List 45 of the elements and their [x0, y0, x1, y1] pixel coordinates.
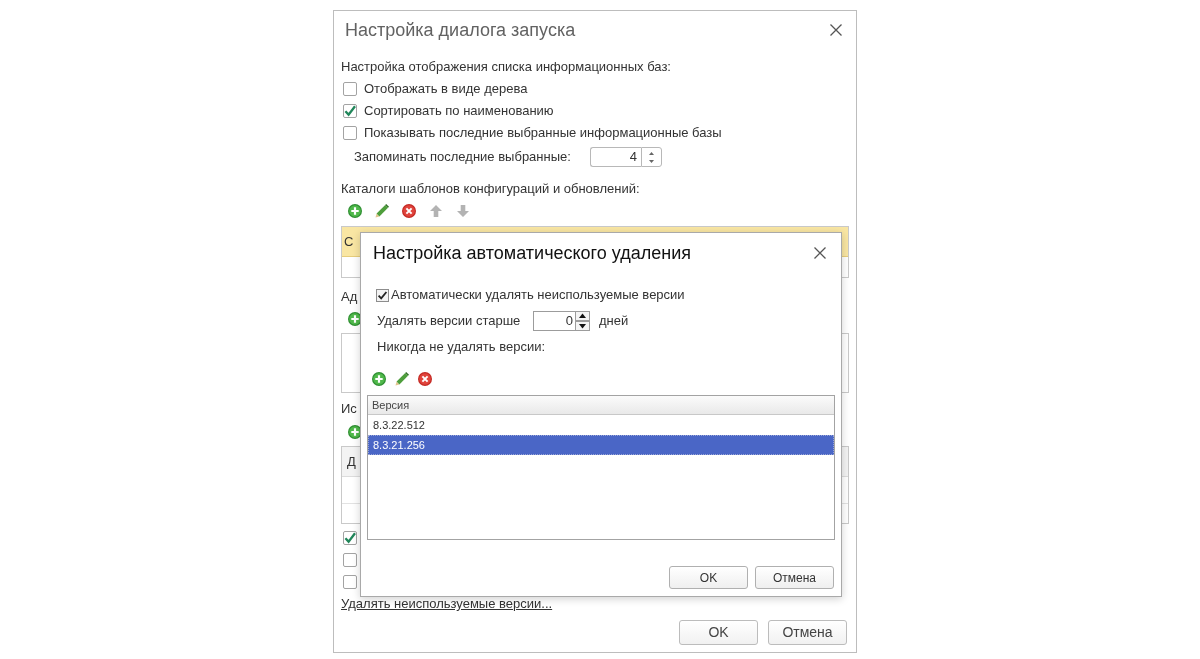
option-label: Отображать в виде дерева — [364, 80, 528, 99]
section-heading: Каталоги шаблонов конфигураций и обновлений: — [341, 180, 640, 199]
checkbox[interactable] — [343, 575, 357, 589]
plus-circle-icon[interactable] — [347, 425, 362, 439]
link[interactable]: Удалять неиспользуемые версии... — [341, 594, 553, 614]
plus-circle-icon[interactable] — [347, 204, 362, 218]
number-field[interactable]: 4 — [590, 147, 641, 167]
cross-circle-icon[interactable] — [401, 204, 416, 218]
cancel-button[interactable]: Отмена — [755, 566, 834, 589]
ok-button[interactable]: OK — [669, 566, 748, 589]
triangle-up-icon[interactable] — [575, 311, 590, 321]
plus-circle-icon[interactable] — [371, 372, 386, 386]
column-header: Д — [346, 452, 356, 471]
checkbox[interactable] — [376, 288, 389, 302]
column-header: Версия — [371, 397, 410, 413]
plus-circle-icon[interactable] — [347, 312, 362, 326]
checkbox[interactable] — [343, 82, 357, 96]
section-heading: Настройка отображения списка информационных баз: — [341, 58, 671, 77]
checkbox[interactable] — [343, 553, 357, 567]
field-label: Удалять версии старше — [377, 312, 522, 331]
spinner[interactable] — [641, 147, 662, 167]
checkbox[interactable] — [343, 126, 357, 140]
cancel-button[interactable]: Отмена — [768, 620, 847, 645]
option-label: Показывать последние выбранные информационные базы — [364, 124, 722, 143]
section-heading: Ис — [341, 400, 357, 419]
caret-up-icon[interactable] — [649, 151, 654, 155]
pencil-icon[interactable] — [394, 372, 409, 386]
checkbox[interactable] — [343, 104, 357, 118]
ok-button[interactable]: OK — [679, 620, 758, 645]
option-label: Сортировать по наименованию — [364, 102, 554, 121]
field-label: Запоминать последние выбранные: — [354, 148, 572, 167]
caret-down-icon[interactable] — [649, 159, 654, 163]
table-row[interactable]: 8.3.21.256 — [368, 435, 834, 455]
dialog-title: Настройка автоматического удаления — [373, 241, 691, 265]
close-icon[interactable] — [830, 24, 842, 36]
checkbox[interactable] — [343, 531, 357, 545]
cross-circle-icon[interactable] — [417, 372, 432, 386]
pencil-icon[interactable] — [374, 204, 389, 218]
section-heading: Ад — [341, 288, 358, 307]
section-heading: Никогда не удалять версии: — [377, 338, 546, 357]
unit-label: дней — [599, 312, 629, 331]
option-label: Автоматически удалять неиспользуемые версии — [391, 286, 685, 305]
close-icon[interactable] — [814, 247, 826, 259]
triangle-down-icon[interactable] — [575, 321, 590, 331]
dialog-title: Настройка диалога запуска — [345, 18, 576, 42]
